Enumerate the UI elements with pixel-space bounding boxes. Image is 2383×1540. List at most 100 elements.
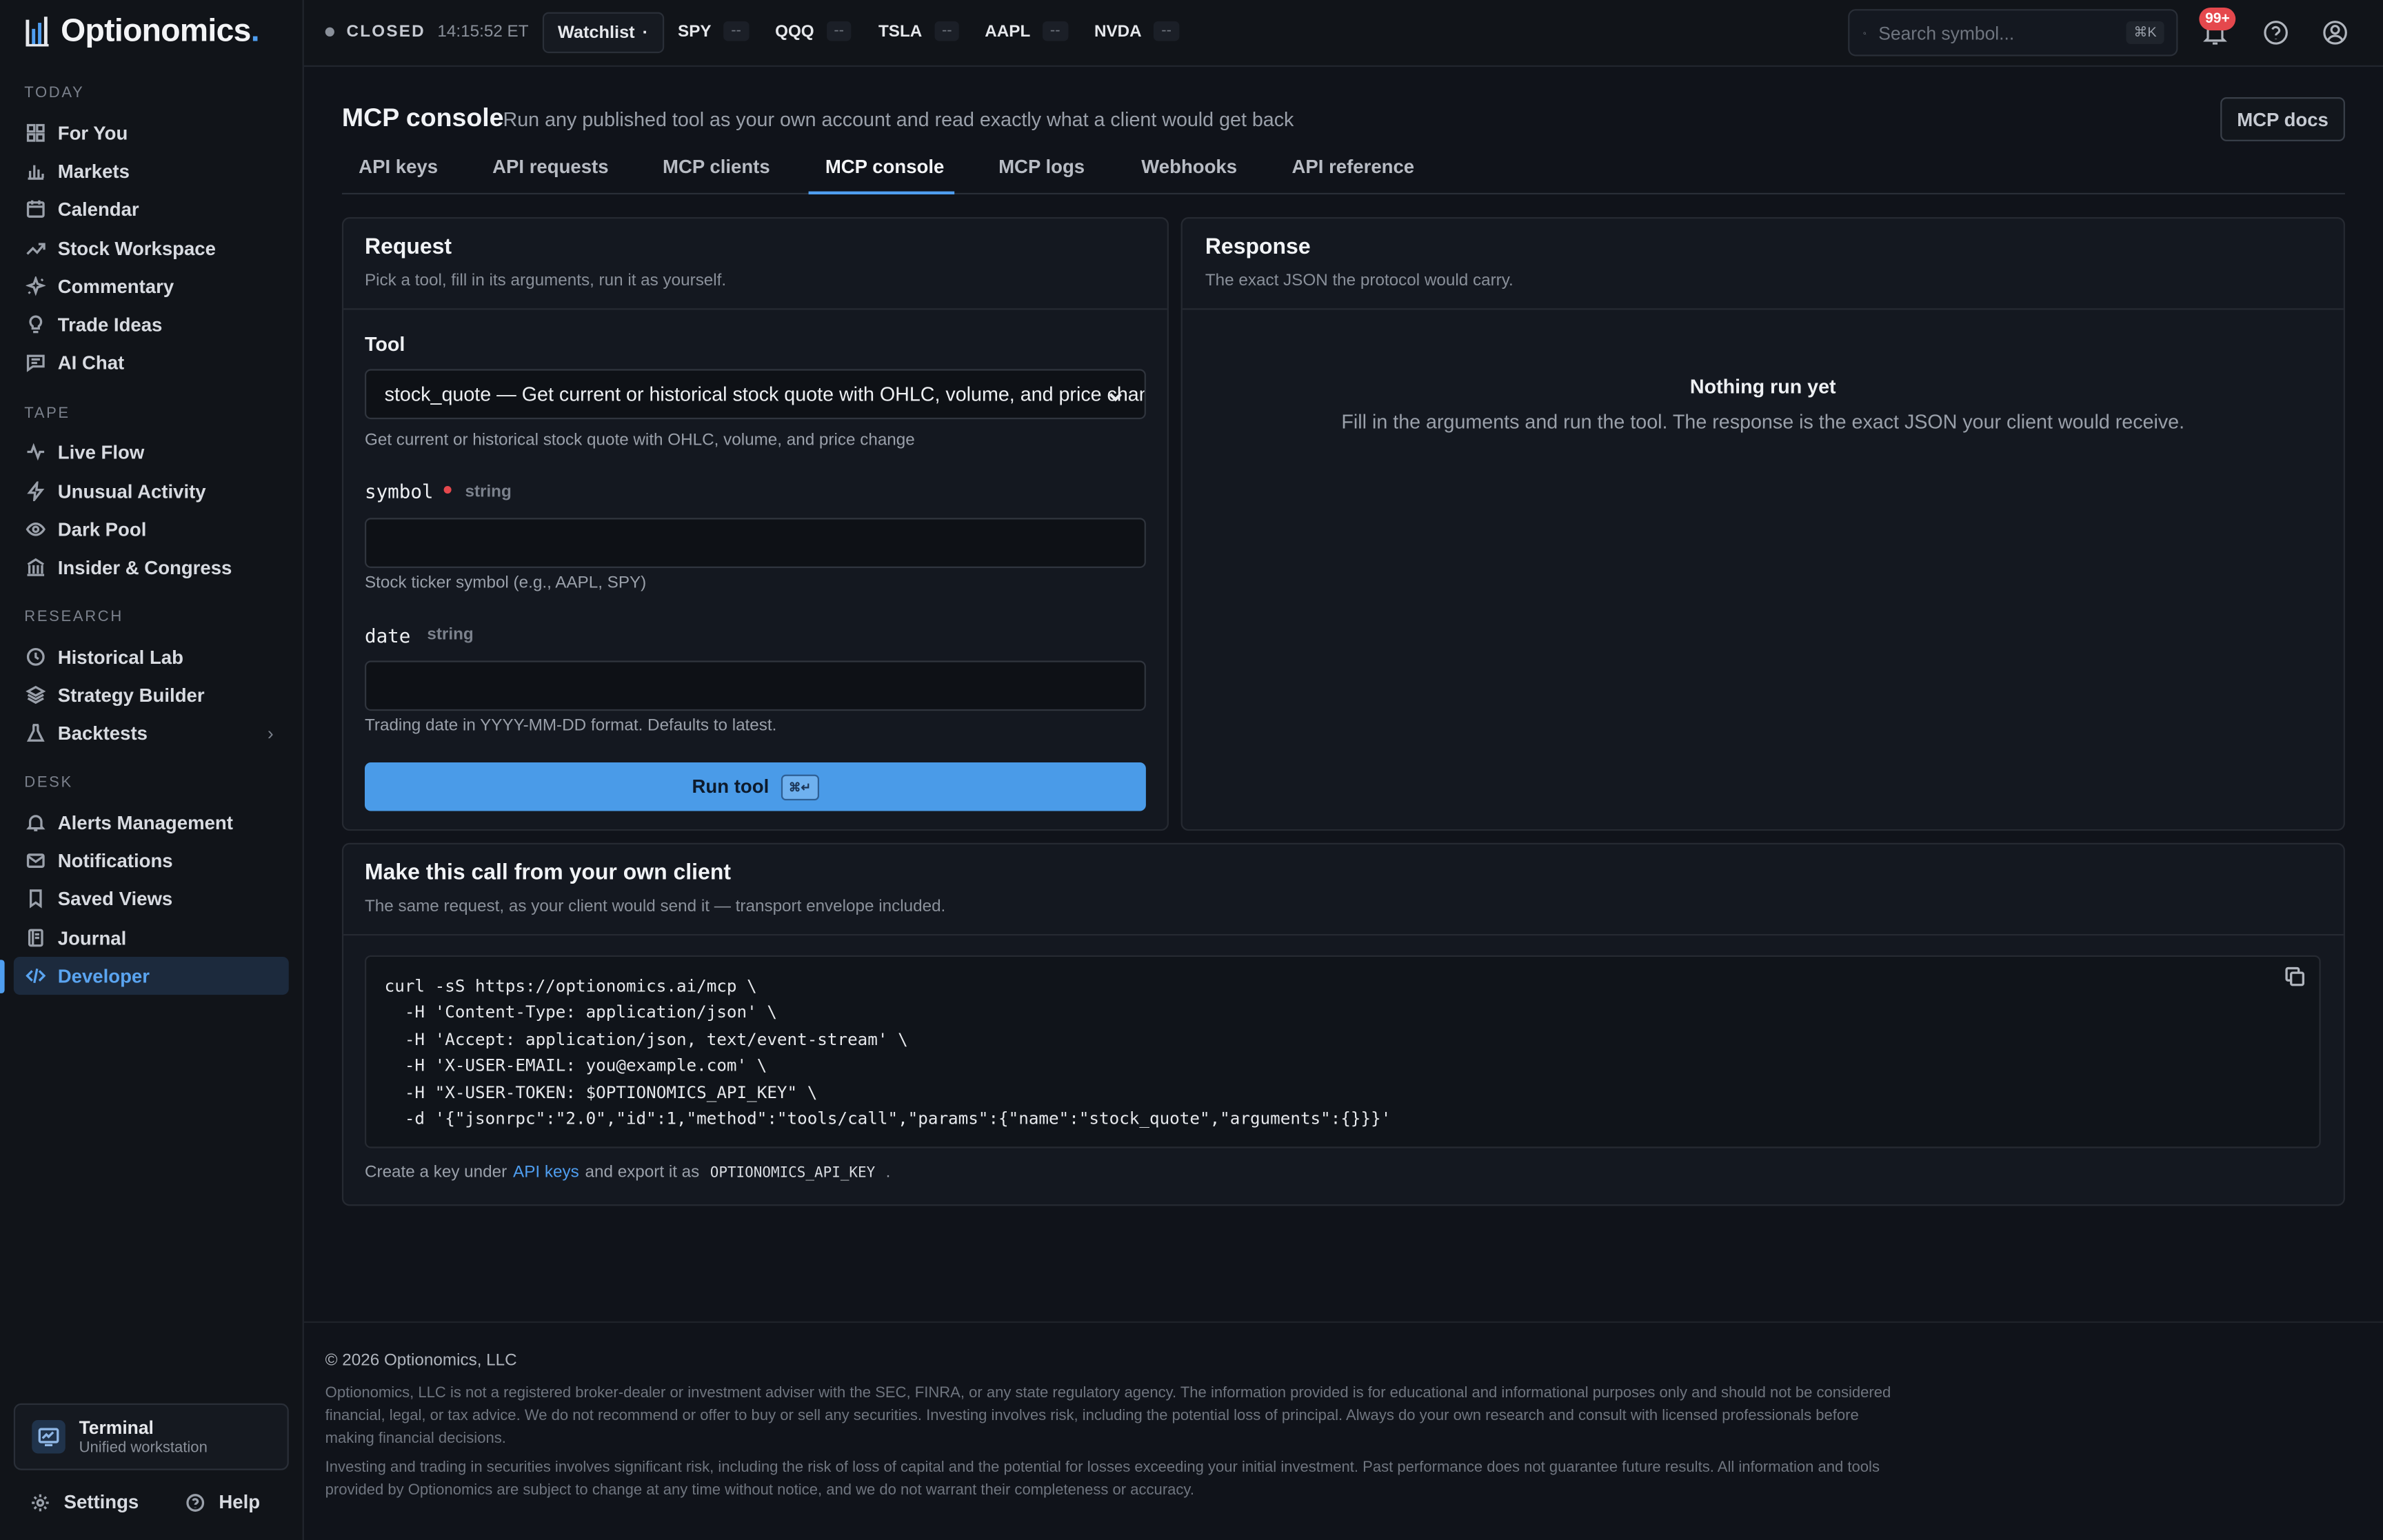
sidebar-item-label: Historical Lab [57,646,183,668]
required-indicator [443,486,452,494]
sidebar-item-insider-congress[interactable]: Insider & Congress [14,548,289,586]
section-title-desk: DESK [24,774,73,791]
help-label: Help [219,1491,261,1513]
sidebar-item-notifications[interactable]: Notifications [14,842,289,880]
chevron-right-icon: › [267,722,274,744]
sidebar-item-historical-lab[interactable]: Historical Lab [14,638,289,676]
terminal-title: Terminal [79,1417,154,1439]
tab-mcp-logs[interactable]: MCP logs [998,156,1085,178]
sidebar-item-label: For You [57,122,128,144]
sidebar-item-unusual-activity[interactable]: Unusual Activity [14,472,289,510]
empty-state-title: Nothing run yet [1689,375,1836,398]
sidebar-item-label: Unusual Activity [57,480,206,503]
ticker-nvda[interactable]: NVDA -- [1094,21,1180,41]
sidebar-item-label: Live Flow [57,441,145,463]
tab-api-requests[interactable]: API requests [492,156,608,178]
search-box[interactable]: ⌘K [1848,9,2178,57]
code-line: -H 'X-USER-EMAIL: you@example.com' \ [384,1055,767,1075]
sidebar-item-backtests[interactable]: Backtests › [14,714,289,752]
sidebar-item-commentary[interactable]: Commentary [14,267,289,305]
bar-chart-icon [28,165,44,180]
sidebar-item-alerts-management[interactable]: Alerts Management [14,803,289,841]
disclaimer-primary: Optionomics, LLC is not a registered bro… [325,1385,1891,1448]
brand-logo[interactable]: Optionomics. [24,13,260,50]
market-time: 14:15:52 ET [437,23,529,41]
tab-webhooks[interactable]: Webhooks [1141,156,1237,178]
tool-description: Get current or historical stock quote wi… [364,431,915,450]
code-line: -H "X-USER-TOKEN: $OPTIONOMICS_API_KEY" … [384,1082,818,1103]
logo-mark-icon [26,17,49,47]
help-circle-icon[interactable] [2262,18,2291,47]
code-line: -H 'Accept: application/json, text/event… [384,1029,908,1050]
mcp-docs-button[interactable]: MCP docs [2220,97,2345,141]
run-shortcut: ⌘↵ [781,773,819,800]
clock-icon [26,647,45,666]
sidebar-item-label: Insider & Congress [57,556,232,578]
user-avatar-icon[interactable] [2321,18,2350,47]
symbol-input[interactable] [364,518,1146,568]
sidebar-item-stock-workspace[interactable]: Stock Workspace [14,230,289,267]
ticker-qqq[interactable]: QQQ -- [775,21,852,41]
sidebar-item-trade-ideas[interactable]: Trade Ideas [14,305,289,343]
date-field-label: date [364,624,411,647]
symbol-help: Stock ticker symbol (e.g., AAPL, SPY) [364,574,647,593]
code-icon [26,969,46,984]
code-line: -H 'Content-Type: application/json' \ [384,1002,777,1022]
search-input[interactable] [1878,21,2114,43]
sidebar-item-saved-views[interactable]: Saved Views [14,880,289,918]
ticker-symbol: TSLA [878,21,923,41]
api-keys-link[interactable]: API keys [513,1164,579,1182]
watchlist-label: Watchlist [557,23,635,42]
ticker-value: -- [723,21,749,41]
sidebar-item-label: Strategy Builder [57,684,205,706]
sidebar-item-journal[interactable]: Journal [14,919,289,957]
sidebar-item-live-flow[interactable]: Live Flow [14,433,289,471]
sidebar-item-calendar[interactable]: Calendar [14,190,289,227]
sidebar-item-label: Backtests [57,722,148,744]
help-link[interactable]: Help [185,1491,261,1513]
sidebar-item-label: Trade Ideas [57,313,163,335]
request-title: Request [364,235,452,260]
terminal-card[interactable]: Terminal Unified workstation [13,1403,289,1470]
sidebar-item-strategy-builder[interactable]: Strategy Builder [14,676,289,713]
client-call-divider [343,933,2344,936]
sidebar-item-dark-pool[interactable]: Dark Pool [14,510,289,548]
code-line: -d '{"jsonrpc":"2.0","id":1,"method":"to… [384,1108,1391,1128]
chat-icon [26,354,45,372]
ticker-tsla[interactable]: TSLA -- [878,21,960,41]
active-tab-underline [808,191,955,195]
sidebar-item-markets[interactable]: Markets [14,152,289,190]
sidebar-item-ai-chat[interactable]: AI Chat [14,343,289,381]
tab-api-keys[interactable]: API keys [359,156,438,178]
tool-select[interactable]: stock_quote — Get current or historical … [364,369,1146,420]
brand-dot: . [250,13,260,49]
code-block[interactable]: curl -sS https://optionomics.ai/mcp \ -H… [364,955,2321,1148]
settings-link[interactable]: Settings [30,1492,139,1512]
active-indicator [0,960,5,993]
bookmark-icon [29,889,42,909]
ticker-spy[interactable]: SPY -- [678,21,749,41]
date-input[interactable] [364,660,1146,711]
page-subtitle: Run any published tool as your own accou… [503,108,1294,131]
sidebar-item-label: Alerts Management [57,811,233,833]
gear-icon [32,1493,49,1511]
copyright: © 2026 Optionomics, LLC [325,1351,517,1370]
sidebar-item-label: Stock Workspace [57,237,216,259]
sidebar-item-developer[interactable]: Developer [13,957,289,995]
sidebar-item-label: Notifications [57,849,173,871]
ticker-aapl[interactable]: AAPL -- [985,21,1068,41]
sidebar-item-for-you[interactable]: For You [14,114,289,152]
tab-mcp-clients[interactable]: MCP clients [663,156,770,178]
pulse-icon [27,443,45,461]
copy-icon[interactable] [2284,966,2310,991]
help-circle-icon [186,1493,205,1511]
layers-icon [26,685,46,705]
search-shortcut: ⌘K [2126,21,2164,44]
run-tool-button[interactable]: Run tool ⌘↵ [364,762,1146,811]
tab-mcp-console[interactable]: MCP console [825,156,945,178]
tab-api-reference[interactable]: API reference [1291,156,1414,178]
client-call-subtitle: The same request, as your client would s… [364,898,946,916]
watchlist-button[interactable]: Watchlist · [542,12,664,54]
response-subtitle: The exact JSON the protocol would carry. [1205,272,1514,290]
grid-icon [26,123,45,142]
